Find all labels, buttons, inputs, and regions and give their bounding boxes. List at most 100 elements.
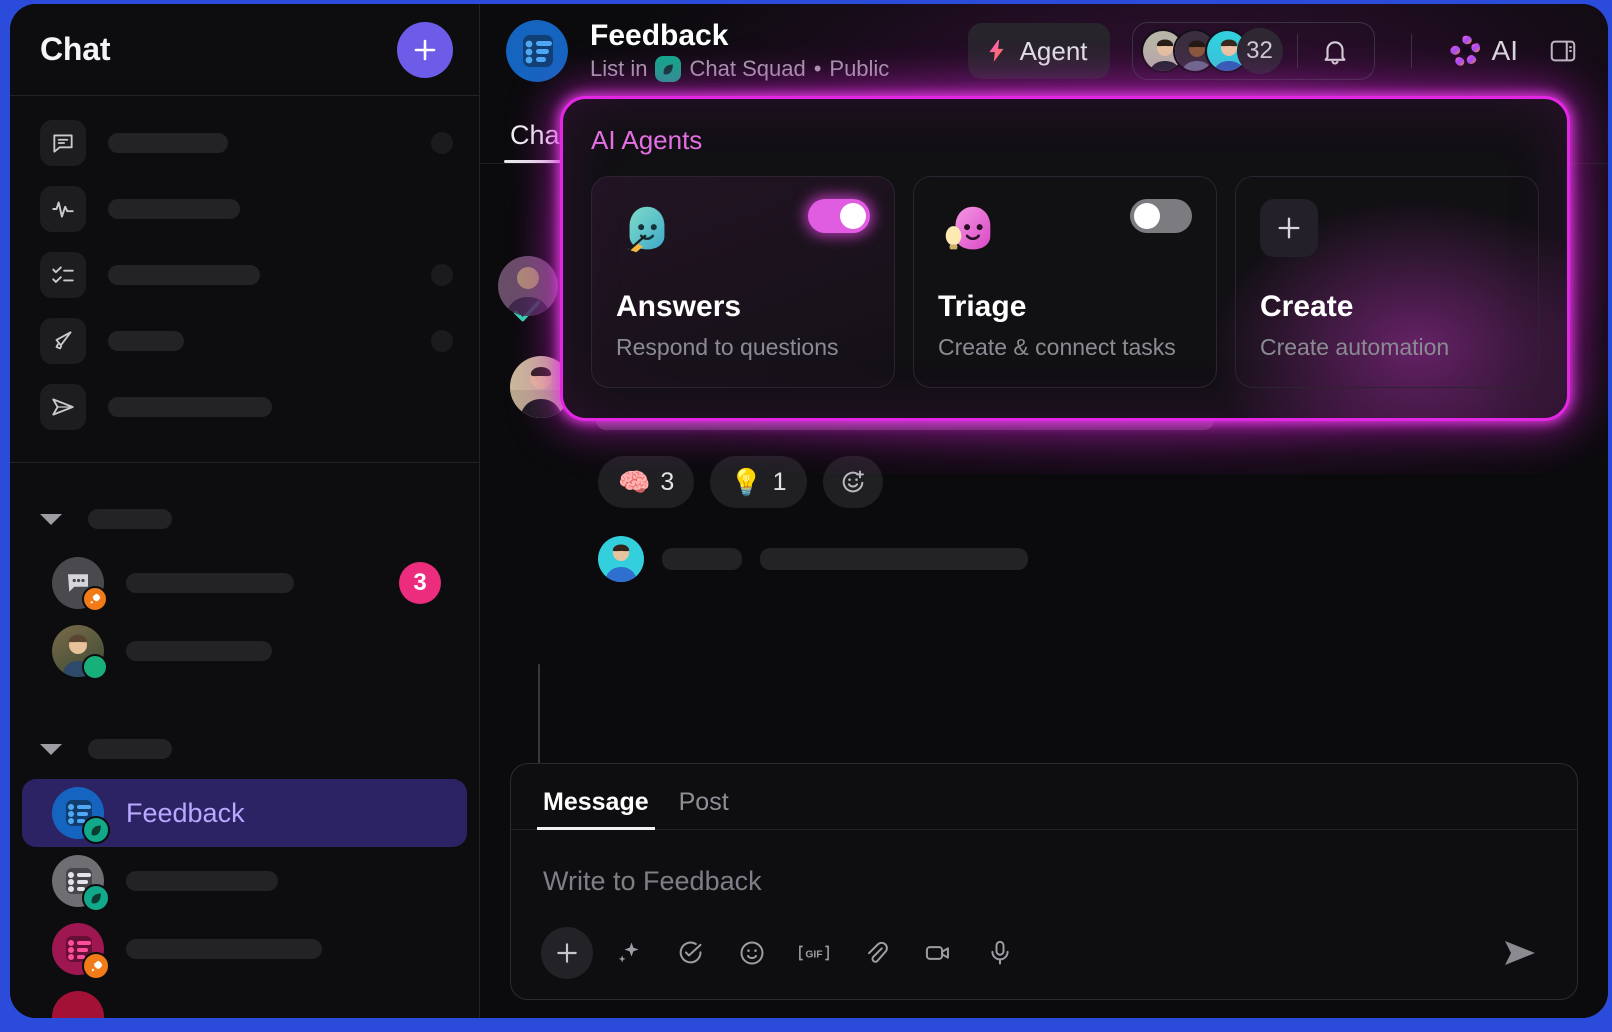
composer-toolbar: GIF	[511, 907, 1577, 999]
check-bubble-icon[interactable]	[663, 926, 717, 980]
sidebar-title: Chat	[40, 31, 111, 67]
popup-title: AI Agents	[591, 125, 703, 155]
list-item-label-placeholder	[126, 641, 272, 661]
sidebar-group-header-one[interactable]	[10, 489, 479, 549]
add-reaction-button[interactable]	[822, 456, 883, 508]
sidebar-item-trailing-dot	[431, 330, 453, 352]
brain-emoji-icon: 🧠	[618, 467, 651, 497]
breadcrumb-separator: •	[813, 56, 822, 82]
avatar-stack[interactable]: 32	[1140, 28, 1283, 74]
sidebar-item-label-placeholder	[108, 397, 272, 417]
gif-icon[interactable]: GIF	[787, 926, 841, 980]
agent-card-create[interactable]: Create Create automation	[1235, 176, 1539, 388]
new-chat-button[interactable]	[397, 21, 453, 78]
list-item[interactable]	[22, 915, 467, 983]
sidebar-item-label-placeholder	[108, 265, 260, 285]
members-box[interactable]: 32	[1131, 22, 1375, 80]
agent-card-description: Create automation	[1260, 334, 1450, 360]
sparkles-ai-icon[interactable]	[601, 926, 655, 980]
unread-count-badge: 3	[399, 562, 441, 604]
sidebar-divider	[10, 462, 479, 463]
add-attachment-button[interactable]	[541, 927, 593, 979]
ai-agents-popup[interactable]: AI Agents Answers Respond to questions T…	[534, 70, 1596, 447]
send-button[interactable]	[1493, 926, 1547, 980]
sidebar-item-label-placeholder	[108, 199, 240, 219]
reaction-count: 1	[772, 467, 787, 496]
teal-blob-writing-icon	[626, 206, 665, 253]
sidebar-item-activity[interactable]	[10, 176, 479, 242]
breadcrumb: List in Chat Squad • Public	[590, 56, 889, 83]
main-panel: Feedback List in Chat Squad • Public Age…	[480, 4, 1608, 1018]
bulb-reaction[interactable]: 💡 1	[710, 456, 807, 508]
avatar	[52, 855, 110, 912]
triage-toggle[interactable]	[1130, 199, 1192, 233]
sidebar-scroll[interactable]: 3 Feedback	[10, 96, 479, 1018]
online-status-badge	[82, 654, 108, 680]
avatar	[52, 991, 104, 1018]
screen: Chat 3 Feedback Feedback List in Chat Sq…	[0, 0, 1612, 1032]
rocket-badge-icon	[82, 952, 110, 980]
plus-icon	[414, 39, 436, 60]
toggle-knob	[840, 203, 866, 229]
tab-chat[interactable]: Chat	[503, 120, 574, 163]
microphone-icon[interactable]	[973, 926, 1027, 980]
agent-card-name: Create	[1260, 290, 1354, 323]
list-item[interactable]	[22, 617, 467, 685]
list-item[interactable]	[22, 847, 467, 915]
ai-brand-icon	[1449, 35, 1480, 66]
agent-card-list: Answers Respond to questions Triage Crea…	[591, 176, 1539, 388]
leaf-icon	[655, 56, 682, 83]
leaf-icon	[82, 816, 110, 844]
agent-button-label: Agent	[1019, 35, 1088, 66]
composer-tabs: Message Post	[511, 764, 1577, 830]
create-agent-button[interactable]	[1260, 199, 1318, 257]
group-label-placeholder	[88, 509, 172, 529]
send-arrow-icon	[1505, 941, 1535, 965]
sidebar-item-sent[interactable]	[10, 374, 479, 440]
agent-card-triage[interactable]: Triage Create & connect tasks	[913, 176, 1217, 388]
sidebar-item-tasks[interactable]	[10, 242, 479, 308]
add-reaction-icon	[842, 470, 864, 493]
sidebar-header: Chat	[10, 4, 479, 96]
sidebar-item-announcements[interactable]	[10, 308, 479, 374]
agent-card-description: Create & connect tasks	[938, 334, 1176, 360]
tab-message[interactable]: Message	[537, 788, 655, 830]
svg-text:GIF: GIF	[805, 950, 822, 961]
avatar	[52, 557, 108, 612]
thread-reply-item[interactable]	[598, 536, 1578, 582]
agent-card-top	[1260, 199, 1514, 257]
app-window: Chat 3 Feedback Feedback List in Chat Sq…	[10, 4, 1608, 1018]
sidebar-item-chat[interactable]	[10, 110, 479, 176]
message-composer: Message Post Write to Feedback GIF	[510, 763, 1578, 1000]
answers-toggle[interactable]	[808, 199, 870, 233]
sidebar-item-feedback[interactable]: Feedback	[22, 779, 467, 847]
emoji-smiley-icon[interactable]	[725, 926, 779, 980]
channel-header: Feedback List in Chat Squad • Public Age…	[480, 4, 1608, 98]
sidebar: Chat 3 Feedback	[10, 4, 480, 1018]
list-item[interactable]	[22, 983, 467, 1018]
sidebar-group-header-two[interactable]	[10, 719, 479, 779]
agent-button[interactable]: Agent	[967, 23, 1110, 79]
tab-post[interactable]: Post	[679, 788, 729, 829]
rocket-badge-icon	[82, 586, 108, 612]
sidebar-item-label-placeholder	[108, 133, 228, 153]
chevron-down-icon	[40, 513, 62, 525]
sidebar-item-label-placeholder	[108, 331, 184, 351]
ai-brand-button[interactable]: AI	[1448, 33, 1518, 69]
list-item[interactable]: 3	[22, 549, 467, 617]
breadcrumb-prefix: List in	[590, 56, 648, 82]
thread-connector	[538, 664, 540, 763]
feedback-list-icon	[506, 20, 568, 82]
panel-toggle-icon[interactable]	[1540, 28, 1586, 74]
video-camera-icon[interactable]	[911, 926, 965, 980]
message-input[interactable]: Write to Feedback	[511, 830, 1577, 907]
bell-icon[interactable]	[1312, 28, 1358, 74]
breadcrumb-space[interactable]: Chat Squad	[689, 56, 805, 82]
list-item-label-placeholder	[126, 871, 278, 891]
agent-card-answers[interactable]: Answers Respond to questions	[591, 176, 895, 388]
brain-reaction[interactable]: 🧠 3	[598, 456, 695, 508]
popup-card: AI Agents Answers Respond to questions T…	[560, 96, 1570, 421]
attachment-clip-icon[interactable]	[849, 926, 903, 980]
channel-title-block: Feedback List in Chat Squad • Public	[590, 19, 889, 83]
agent-card-top	[938, 199, 1192, 261]
